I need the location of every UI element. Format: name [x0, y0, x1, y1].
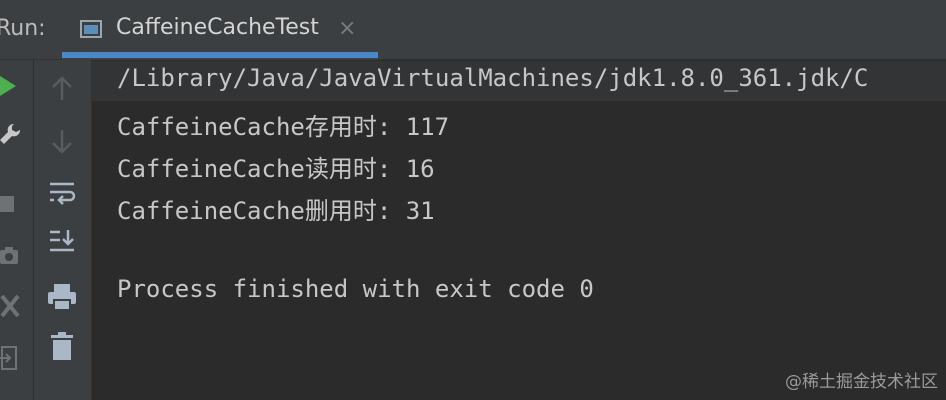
console-line-store-time: CaffeineCache存用时: 117 — [117, 113, 450, 141]
exit-icon[interactable] — [0, 344, 20, 372]
console-line-command: /Library/Java/JavaVirtualMachines/jdk1.8… — [117, 64, 869, 92]
wrench-icon[interactable] — [0, 122, 20, 148]
trash-icon[interactable] — [50, 332, 74, 362]
camera-icon[interactable] — [0, 244, 20, 268]
console-line-read-time: CaffeineCache读用时: 16 — [117, 155, 435, 183]
scroll-to-end-icon[interactable] — [48, 228, 76, 256]
down-arrow-icon[interactable] — [50, 128, 74, 154]
run-icon[interactable] — [0, 74, 18, 98]
watermark: @稀土掘金技术社区 — [785, 372, 938, 392]
tab-title[interactable]: CaffeineCacheTest — [116, 15, 319, 40]
soft-wrap-icon[interactable] — [48, 180, 76, 208]
print-icon[interactable] — [47, 282, 77, 312]
up-arrow-icon[interactable] — [50, 76, 74, 102]
run-label: Run: — [0, 16, 46, 41]
console-line-delete-time: CaffeineCache删用时: 31 — [117, 197, 435, 225]
active-tab-indicator — [62, 52, 378, 58]
console-line-exit: Process finished with exit code 0 — [117, 275, 594, 303]
tab-close-icon[interactable]: × — [338, 18, 356, 40]
stop-icon[interactable] — [0, 194, 16, 214]
console-window-icon — [80, 20, 102, 38]
tools-icon[interactable] — [0, 292, 22, 322]
